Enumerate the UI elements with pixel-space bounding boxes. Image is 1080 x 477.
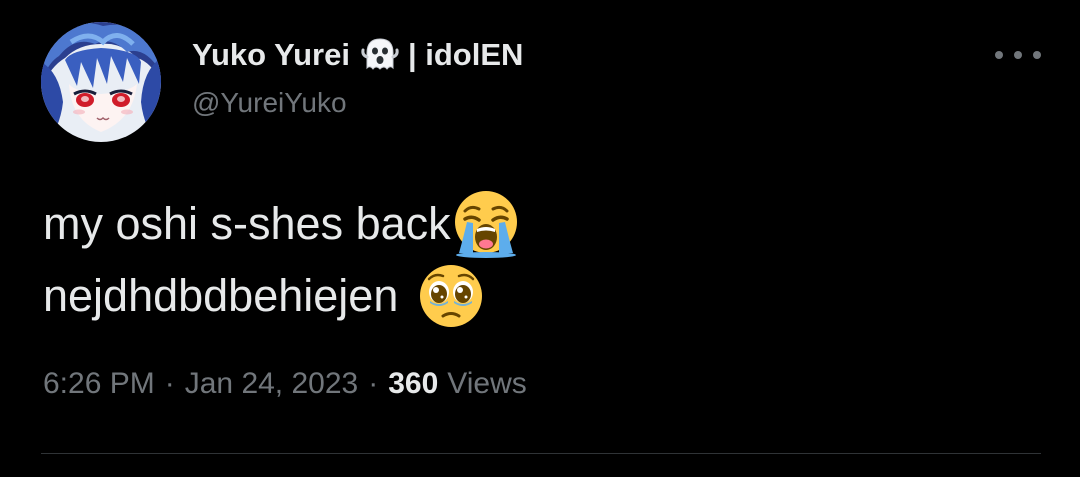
tweet-line-2: nejdhdbdbehiejen: [43, 260, 521, 332]
tweet: Yuko Yurei | idolEN @YureiYuko my oshi s…: [0, 0, 1080, 477]
tweet-line-2-text: nejdhdbdbehiejen: [43, 270, 399, 321]
tweet-line-1: my oshi s-shes back: [43, 188, 521, 260]
more-horizontal-icon[interactable]: [995, 42, 1041, 68]
pleading-face-icon: [416, 261, 486, 331]
display-name[interactable]: Yuko Yurei: [192, 37, 350, 73]
divider: [41, 453, 1041, 454]
more-dot: [1033, 51, 1041, 59]
loudly-crying-face-icon: [451, 189, 521, 259]
meta-separator: ·: [164, 367, 175, 400]
author-handle[interactable]: @YureiYuko: [192, 87, 347, 119]
avatar[interactable]: [41, 22, 161, 142]
avatar-image: [41, 22, 161, 142]
tweet-line-1-text: my oshi s-shes back: [43, 198, 451, 249]
more-dot: [1014, 51, 1022, 59]
tweet-time[interactable]: 6:26 PM: [43, 367, 155, 401]
tweet-text: my oshi s-shes back nejdhdbdbehiejen: [43, 188, 521, 332]
ghost-emoji-icon: [360, 35, 400, 75]
affiliation-label: | idolEN: [407, 37, 524, 72]
tweet-date[interactable]: Jan 24, 2023: [185, 367, 358, 401]
tweet-meta: 6:26 PM · Jan 24, 2023 · 360 Views: [43, 367, 527, 401]
meta-separator: ·: [368, 367, 379, 400]
views-label: Views: [447, 367, 527, 400]
more-dot: [995, 51, 1003, 59]
views-count: 360: [388, 367, 439, 400]
author-name-row: Yuko Yurei | idolEN: [192, 35, 523, 75]
